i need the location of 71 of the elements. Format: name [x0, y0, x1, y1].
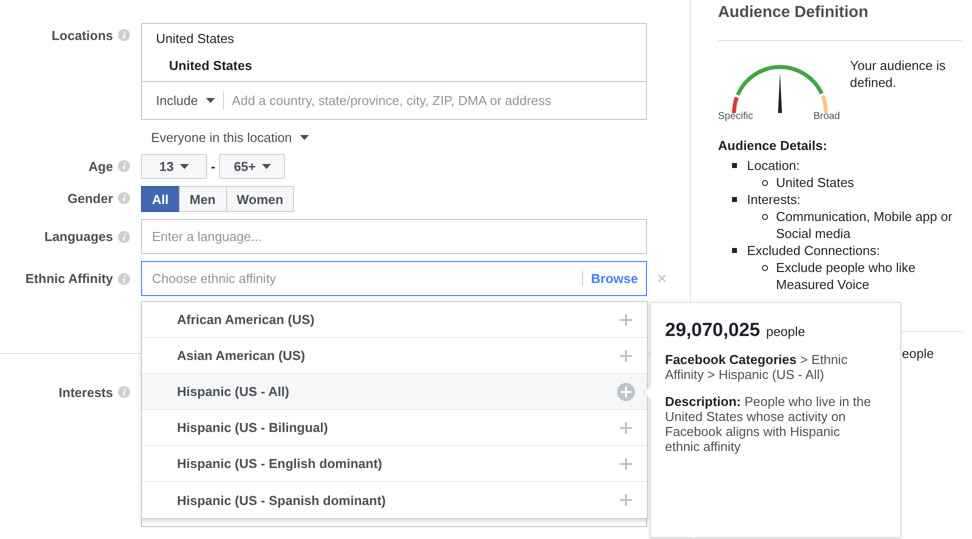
- plus-icon[interactable]: [620, 422, 632, 434]
- plus-circle-icon[interactable]: [617, 382, 635, 400]
- info-icon[interactable]: [118, 230, 130, 242]
- dropdown-option[interactable]: Hispanic (US - English dominant): [142, 446, 647, 482]
- bullet-icon: [732, 248, 737, 253]
- option-label: Hispanic (US - Spanish dominant): [177, 492, 386, 508]
- detail-label: Excluded Connections:: [747, 242, 880, 259]
- detail-value: Exclude people who like Measured Voice: [776, 259, 916, 293]
- ethnic-affinity-placeholder: Choose ethnic affinity: [152, 271, 276, 286]
- detail-value: United States: [776, 174, 854, 191]
- field-label: Gender: [67, 190, 113, 206]
- bullet-icon: [732, 163, 737, 168]
- gender-option[interactable]: All: [141, 186, 180, 212]
- selected-location: United States: [169, 58, 254, 73]
- category-description: Description: People who live in the United States whose activity on Facebook aligns with Hispanic ethnic affinity: [665, 394, 872, 454]
- circle-bullet-icon: [762, 180, 768, 186]
- option-label: African American (US): [177, 312, 314, 327]
- audience-type-dropdown[interactable]: Everyone in this location: [141, 127, 309, 147]
- dropdown-option[interactable]: Hispanic (US - Bilingual): [142, 410, 647, 446]
- detail-label: Location:: [747, 157, 800, 174]
- bullet-icon: [732, 197, 737, 202]
- caret-icon: [300, 134, 309, 140]
- browse-link[interactable]: Browse: [582, 271, 646, 286]
- age-separator: -: [211, 159, 216, 174]
- language-placeholder: Enter a language...: [152, 229, 262, 244]
- field-label: Ethnic Affinity: [25, 271, 113, 286]
- panel-title: Audience Definition: [718, 4, 962, 41]
- reach-text: eople: [902, 346, 934, 361]
- age-max-dropdown[interactable]: 65+: [219, 154, 286, 179]
- info-icon[interactable]: [118, 160, 130, 172]
- field-label: Locations: [52, 28, 113, 42]
- dropdown-option[interactable]: African American (US): [142, 302, 647, 338]
- dropdown-option[interactable]: Hispanic (US - All): [142, 374, 647, 410]
- ethnic-affinity-field[interactable]: Choose ethnic affinity Browse: [141, 261, 647, 296]
- field-label: Interests: [58, 384, 113, 400]
- field-label: Age: [88, 158, 113, 174]
- category-path: Facebook Categories > Ethnic Affinity > Hispanic (US - All): [665, 352, 848, 382]
- info-icon[interactable]: [118, 29, 130, 41]
- circle-bullet-icon: [762, 265, 768, 271]
- plus-icon[interactable]: [620, 494, 632, 506]
- locations-field[interactable]: United States United States Include Add a country, state/province, city, ZIP, DMA or address: [141, 23, 647, 120]
- field-label: Languages: [44, 229, 113, 244]
- reach-unit: people: [766, 324, 806, 339]
- option-label: Asian American (US): [177, 348, 306, 363]
- gauge-high-label: Broad: [813, 111, 840, 122]
- caret-icon: [180, 164, 189, 169]
- location-list-title: United States: [156, 31, 236, 46]
- circle-bullet-icon: [762, 214, 768, 220]
- caret-icon: [206, 98, 215, 103]
- gender-option[interactable]: Men: [178, 186, 227, 212]
- option-label: Hispanic (US - English dominant): [177, 456, 382, 471]
- info-icon[interactable]: [118, 192, 130, 204]
- info-icon[interactable]: [118, 272, 130, 284]
- plus-icon[interactable]: [620, 314, 632, 326]
- dropdown-option[interactable]: Hispanic (US - Spanish dominant): [142, 482, 647, 518]
- detail-label: Interests:: [747, 191, 800, 208]
- plus-icon[interactable]: [620, 350, 632, 362]
- reach-count: 29,070,025: [665, 320, 760, 342]
- option-label: Hispanic (US - All): [177, 384, 290, 399]
- info-icon[interactable]: [118, 386, 130, 398]
- age-min-dropdown[interactable]: 13: [141, 154, 207, 179]
- plus-icon[interactable]: [620, 458, 632, 470]
- audience-status: Your audience is defined.: [850, 57, 947, 92]
- caret-icon: [262, 164, 271, 169]
- details-title: Audience Details:: [718, 138, 828, 153]
- gauge-low-label: Specific: [718, 111, 754, 122]
- option-label: Hispanic (US - Bilingual): [177, 420, 328, 435]
- gender-option[interactable]: Women: [226, 186, 294, 212]
- location-placeholder: Add a country, state/province, city, ZIP, DMA or address: [230, 93, 552, 108]
- detail-value: Communication, Mobile app or Social media: [776, 208, 954, 242]
- include-dropdown[interactable]: Include: [156, 92, 224, 110]
